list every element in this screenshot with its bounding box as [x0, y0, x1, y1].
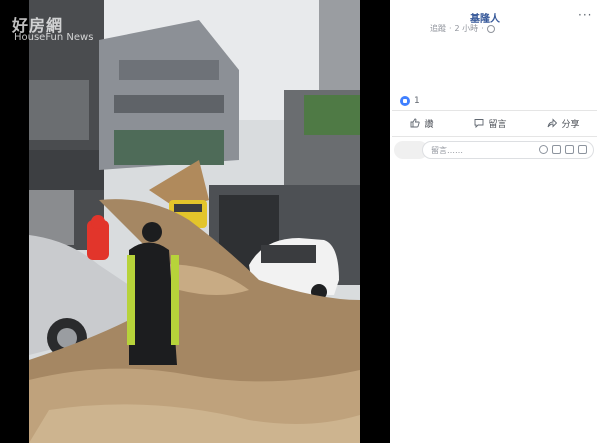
post-actions: 讚 留言 分享: [390, 112, 600, 134]
post-photo[interactable]: [29, 0, 360, 443]
reaction-count: 1: [414, 96, 420, 106]
post-sidebar: 基隆人 ··· 追蹤 · 2 小時 · 1 讚 留言 分享 留言……: [390, 0, 600, 443]
globe-icon: [486, 24, 495, 33]
comment-icon: [475, 119, 484, 128]
comment-button[interactable]: 留言: [474, 117, 507, 130]
comment-input[interactable]: 留言……: [422, 141, 594, 159]
flood-street-photo: [29, 0, 360, 443]
divider: [392, 136, 597, 137]
comment-label: 留言: [488, 119, 507, 130]
post-timestamp[interactable]: 2 小時: [455, 23, 479, 34]
camera-icon[interactable]: [552, 145, 561, 154]
emoji-icon[interactable]: [539, 145, 548, 154]
meta-separator: ·: [449, 24, 452, 33]
more-options-button[interactable]: ···: [578, 8, 592, 22]
like-button[interactable]: 讚: [410, 117, 434, 130]
post-meta: 追蹤 · 2 小時 ·: [430, 23, 495, 34]
comment-placeholder: 留言……: [431, 146, 463, 155]
share-button[interactable]: 分享: [547, 117, 580, 130]
gif-icon[interactable]: [565, 145, 574, 154]
share-icon: [548, 118, 558, 128]
meta-separator: ·: [481, 24, 484, 33]
comment-tools: [539, 145, 587, 154]
like-reaction-icon: [400, 96, 410, 106]
comment-bar: 留言……: [394, 139, 596, 161]
sticker-icon[interactable]: [578, 145, 587, 154]
like-label: 讚: [424, 119, 434, 130]
share-label: 分享: [561, 119, 580, 130]
photo-viewer: 好房網 HouseFun News: [0, 0, 390, 443]
thumbs-up-icon: [411, 118, 421, 128]
reaction-summary[interactable]: 1: [400, 96, 420, 106]
follow-label[interactable]: 追蹤: [430, 23, 446, 34]
divider: [392, 110, 597, 111]
